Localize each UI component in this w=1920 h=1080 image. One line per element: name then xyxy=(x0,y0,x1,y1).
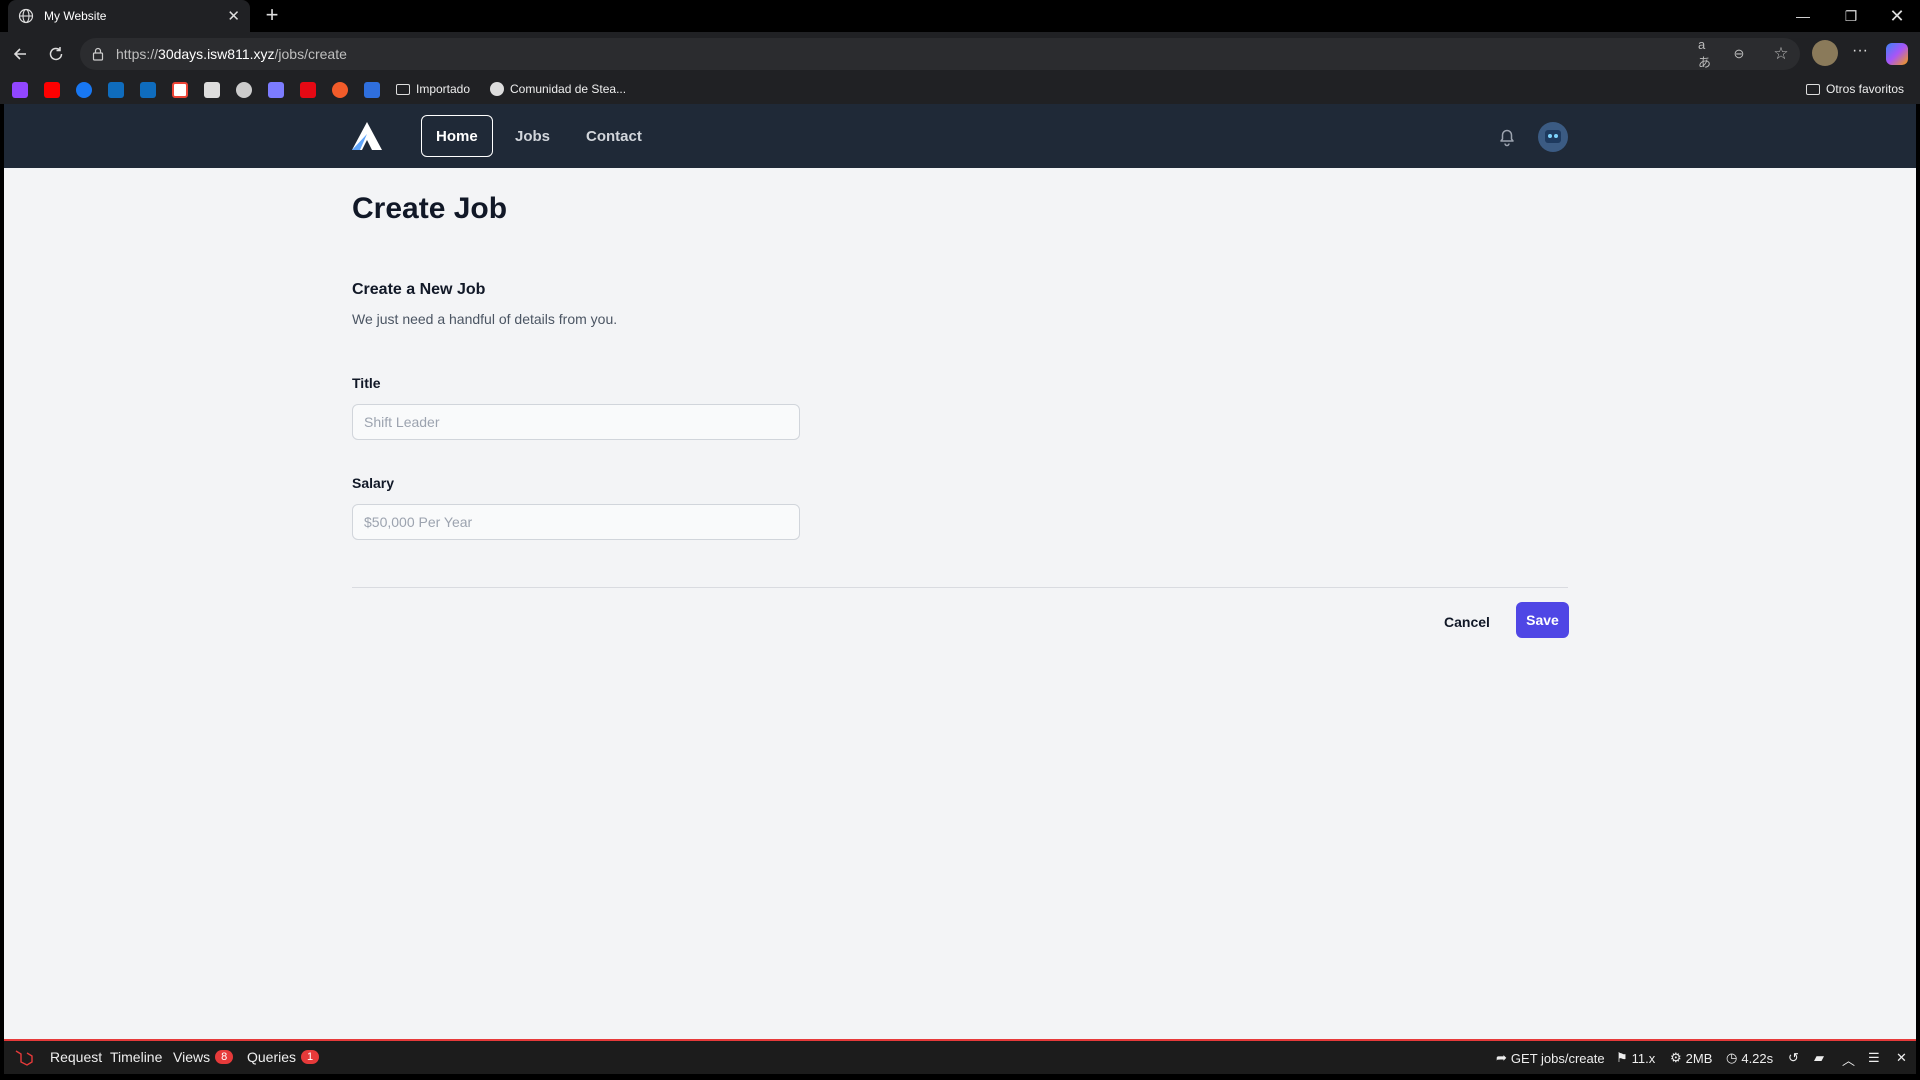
reload-icon[interactable] xyxy=(44,42,68,66)
twitch-icon[interactable] xyxy=(12,82,28,98)
new-tab-button[interactable]: + xyxy=(260,4,284,28)
salary-label: Salary xyxy=(352,475,395,491)
chevron-up-icon[interactable]: ︿ xyxy=(1842,1050,1855,1069)
translate-icon[interactable]: aあ xyxy=(1698,37,1716,70)
tracking-icon[interactable]: ⊖ xyxy=(1730,45,1748,63)
laravel-logo-icon[interactable] xyxy=(14,1048,34,1066)
laravel-icon: ⚑ xyxy=(1616,1050,1628,1065)
page-title: Create Job xyxy=(352,192,508,225)
debugbar-timeline-tab[interactable]: Timeline xyxy=(110,1049,162,1065)
settings-sliders-icon[interactable]: ☰ xyxy=(1868,1050,1880,1066)
gmail-icon[interactable] xyxy=(172,82,188,98)
form-section-description: We just need a handful of details from y… xyxy=(352,311,618,327)
lock-icon xyxy=(92,47,104,61)
copilot-icon[interactable] xyxy=(1886,43,1908,65)
browser-toolbar: https://30days.isw811.xyz/jobs/create aあ… xyxy=(0,32,1920,76)
form-section-title: Create a New Job xyxy=(352,281,486,298)
outlook-icon[interactable] xyxy=(108,82,124,98)
debugbar-memory[interactable]: ⚙ 2MB xyxy=(1670,1050,1712,1066)
folder-icon xyxy=(396,83,410,95)
logo-icon[interactable] xyxy=(350,120,384,152)
share-icon: ➦ xyxy=(1496,1050,1507,1065)
debugbar-version[interactable]: ⚑ 11.x xyxy=(1616,1050,1655,1066)
page-content: Home Jobs Contact Create Job Create a Ne… xyxy=(4,104,1916,1040)
bookmark-folder-imported[interactable]: Importado xyxy=(396,82,470,96)
nav-jobs[interactable]: Jobs xyxy=(501,115,564,157)
close-debugbar-icon[interactable]: ✕ xyxy=(1896,1050,1907,1066)
outlook-icon-2[interactable] xyxy=(140,82,156,98)
browser-tab[interactable]: My Website ✕ xyxy=(8,0,250,32)
steam-icon xyxy=(490,82,504,96)
globe-icon xyxy=(18,8,34,24)
history-icon[interactable]: ↺ xyxy=(1788,1050,1799,1066)
clock-icon: ◷ xyxy=(1726,1050,1738,1065)
close-window-icon[interactable]: ✕ xyxy=(1874,0,1920,32)
app-icon[interactable] xyxy=(332,82,348,98)
bookmarks-bar: Importado Comunidad de Stea... Otros fav… xyxy=(0,76,1920,104)
facebook-icon[interactable] xyxy=(76,82,92,98)
profile-avatar[interactable] xyxy=(1812,40,1838,66)
site-navbar: Home Jobs Contact xyxy=(4,104,1916,168)
address-bar[interactable]: https://30days.isw811.xyz/jobs/create xyxy=(80,38,1800,70)
linkedin-icon[interactable] xyxy=(204,82,220,98)
youtube-icon[interactable] xyxy=(44,82,60,98)
more-options-icon[interactable]: ··· xyxy=(1852,42,1868,60)
window-border-right xyxy=(1916,104,1920,1074)
close-tab-icon[interactable]: ✕ xyxy=(227,7,240,25)
restore-icon[interactable]: ❐ xyxy=(1828,0,1874,32)
w-icon[interactable] xyxy=(300,82,316,98)
debugbar: Request Timeline Views 8 Queries 1 ➦ GET jo… xyxy=(4,1041,1916,1074)
url-text: https://30days.isw811.xyz/jobs/create xyxy=(116,46,347,62)
bookmark-folder-other[interactable]: Otros favoritos xyxy=(1806,82,1904,96)
form-divider xyxy=(352,587,1568,588)
bell-icon[interactable] xyxy=(1496,126,1518,148)
tab-title: My Website xyxy=(44,9,107,23)
debugbar-route[interactable]: ➦ GET jobs/create xyxy=(1496,1050,1605,1066)
bookmark-icon[interactable] xyxy=(268,82,284,98)
views-count-badge: 8 xyxy=(215,1050,234,1064)
folder-open-icon[interactable]: ▰ xyxy=(1814,1050,1824,1066)
nav-contact[interactable]: Contact xyxy=(572,115,656,157)
debugbar-queries-tab[interactable]: Queries 1 xyxy=(247,1049,320,1065)
folder-icon xyxy=(1806,83,1820,95)
debugbar-views-tab[interactable]: Views 8 xyxy=(173,1049,234,1065)
user-avatar[interactable] xyxy=(1538,122,1568,152)
debugbar-time[interactable]: ◷ 4.22s xyxy=(1726,1050,1773,1066)
save-button[interactable]: Save xyxy=(1516,602,1569,638)
minimize-icon[interactable]: — xyxy=(1780,0,1826,32)
debugbar-request-tab[interactable]: Request xyxy=(50,1049,102,1065)
browser-tab-bar: My Website ✕ + — ❐ ✕ xyxy=(0,0,1920,32)
bookmark-steam[interactable]: Comunidad de Stea... xyxy=(490,82,626,96)
favorite-star-icon[interactable]: ☆ xyxy=(1772,44,1790,63)
title-label: Title xyxy=(352,375,381,391)
chatgpt-icon[interactable] xyxy=(236,82,252,98)
nav-home[interactable]: Home xyxy=(421,115,493,157)
cancel-button[interactable]: Cancel xyxy=(1444,612,1490,632)
f-icon[interactable] xyxy=(364,82,380,98)
queries-count-badge: 1 xyxy=(301,1050,320,1064)
cogs-icon: ⚙ xyxy=(1670,1050,1682,1065)
back-icon[interactable] xyxy=(8,42,32,66)
window-border-bottom xyxy=(0,1074,1920,1080)
salary-input[interactable] xyxy=(352,504,800,540)
title-input[interactable] xyxy=(352,404,800,440)
